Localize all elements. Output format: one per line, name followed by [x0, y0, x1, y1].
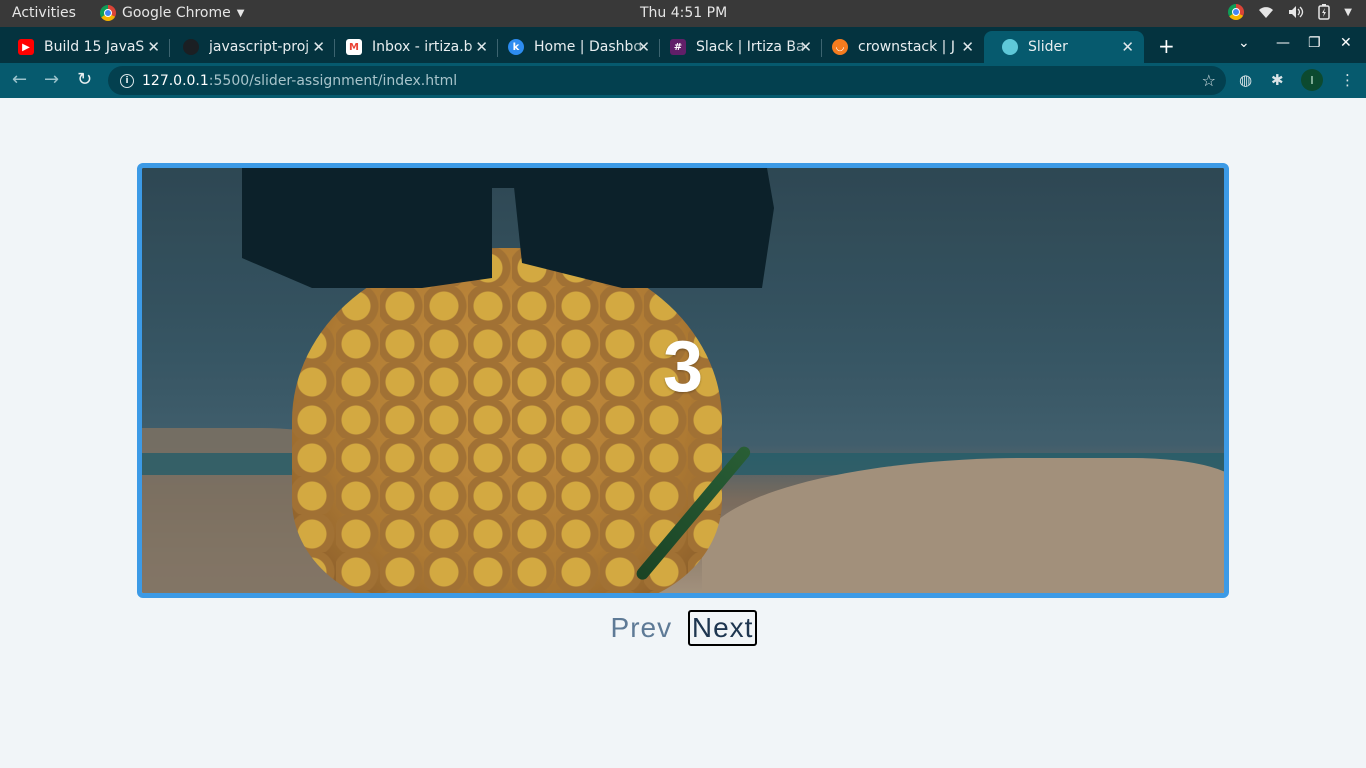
chevron-down-icon[interactable]: ▼ [1344, 7, 1352, 18]
wifi-icon[interactable] [1258, 5, 1274, 19]
tab-slider[interactable]: Slider ✕ [984, 31, 1144, 63]
close-icon[interactable]: ✕ [312, 38, 325, 56]
tab-title: Home | Dashbo [534, 39, 642, 55]
image-slider: 3 [137, 163, 1229, 598]
tab-github[interactable]: javascript-proj ✕ [165, 31, 335, 63]
clock[interactable]: Thu 4:51 PM [640, 5, 727, 21]
puzzle-extension-icon[interactable]: ✱ [1271, 71, 1284, 89]
close-icon[interactable]: ✕ [961, 38, 974, 56]
tab-strip: ▶ Build 15 JavaS ✕ javascript-proj ✕ M I… [0, 27, 1366, 63]
tab-dashboard[interactable]: k Home | Dashbo ✕ [490, 31, 660, 63]
app-menu[interactable]: Google Chrome ▼ [100, 5, 244, 21]
volume-icon[interactable] [1288, 5, 1304, 19]
chevron-down-icon: ▼ [236, 7, 245, 19]
close-icon[interactable]: ✕ [475, 38, 488, 56]
globe-extension-icon[interactable]: ◍ [1239, 71, 1252, 89]
k-icon: k [508, 39, 524, 55]
tab-youtube[interactable]: ▶ Build 15 JavaS ✕ [0, 31, 170, 63]
browser-toolbar: ← → ↻ i 127.0.0.1:5500/slider-assignment… [0, 63, 1366, 98]
tab-title: Inbox - irtiza.b [372, 39, 473, 55]
bookmark-star-icon[interactable]: ☆ [1202, 71, 1216, 90]
forward-icon[interactable]: → [44, 69, 59, 90]
reload-icon[interactable]: ↻ [77, 69, 92, 90]
tab-crownstack[interactable]: ◡ crownstack | J ✕ [814, 31, 984, 63]
close-icon[interactable]: ✕ [147, 38, 160, 56]
system-tray[interactable]: ▼ [1228, 4, 1352, 20]
tab-search-icon[interactable]: ⌄ [1238, 35, 1250, 51]
address-bar[interactable]: i 127.0.0.1:5500/slider-assignment/index… [108, 66, 1226, 95]
site-info-icon[interactable]: i [120, 73, 134, 88]
close-window-icon[interactable]: ✕ [1340, 35, 1352, 51]
tab-slack[interactable]: # Slack | Irtiza Ba ✕ [652, 31, 822, 63]
prev-button[interactable]: Prev [609, 612, 675, 644]
close-icon[interactable]: ✕ [1121, 38, 1134, 56]
gmail-icon: M [346, 39, 362, 55]
url-path: :5500/slider-assignment/index.html [208, 72, 458, 89]
url-host: 127.0.0.1 [142, 72, 209, 89]
close-icon[interactable]: ✕ [637, 38, 650, 56]
slider-controls: Prev Next [0, 610, 1366, 646]
chrome-tray-icon[interactable] [1228, 4, 1245, 20]
app-name: Google Chrome [122, 5, 231, 21]
youtube-icon: ▶ [18, 39, 34, 55]
crownstack-icon: ◡ [832, 39, 848, 55]
activities-button[interactable]: Activities [12, 5, 76, 21]
menu-kebab-icon[interactable]: ⋮ [1340, 71, 1355, 89]
github-icon [183, 39, 199, 55]
slack-icon: # [670, 39, 686, 55]
chrome-icon [100, 5, 116, 21]
slide-number: 3 [662, 327, 704, 407]
profile-avatar[interactable]: I [1301, 69, 1323, 91]
tab-gmail[interactable]: M Inbox - irtiza.b ✕ [328, 31, 498, 63]
tab-title: Build 15 JavaS [44, 39, 145, 55]
restore-icon[interactable]: ❐ [1308, 35, 1321, 51]
battery-icon[interactable] [1318, 4, 1331, 20]
system-top-bar: Activities Google Chrome ▼ Thu 4:51 PM ▼ [0, 0, 1366, 27]
new-tab-button[interactable]: + [1158, 34, 1175, 58]
tab-title: Slack | Irtiza Ba [696, 39, 805, 55]
minimize-icon[interactable]: — [1276, 35, 1290, 51]
globe-icon [1002, 39, 1018, 55]
tab-title: crownstack | J [858, 39, 955, 55]
close-icon[interactable]: ✕ [799, 38, 812, 56]
back-icon[interactable]: ← [12, 69, 27, 90]
next-button[interactable]: Next [687, 610, 758, 646]
tab-title: javascript-proj [209, 39, 310, 55]
